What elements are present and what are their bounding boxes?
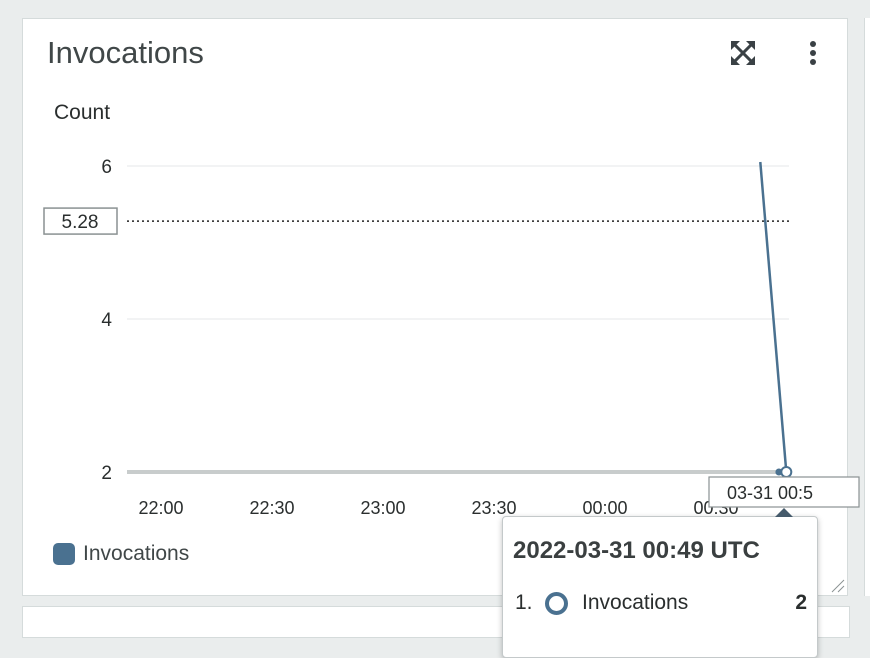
threshold-label: 5.28: [62, 212, 99, 233]
x-tick-label: 23:00: [360, 498, 405, 518]
adjacent-widget: [864, 18, 870, 596]
series-marker-icon: [545, 591, 568, 615]
y-tick-label: 6: [101, 157, 112, 178]
hover-axis-label: 03-31 00:5: [727, 483, 813, 503]
tooltip-pointer: [775, 508, 793, 517]
x-tick-label: 22:30: [249, 498, 294, 518]
legend-label: Invocations: [83, 542, 190, 565]
x-tick-label: 23:30: [471, 498, 516, 518]
tooltip-row-index: 1.: [515, 591, 533, 614]
invocations-widget: Invocations Count 6 4 2 5.28 22:00 22:30 23:00…: [22, 18, 860, 597]
invocations-line-chart[interactable]: 6425.2822:00 22:30 23:00 23:30 00:00 00:3003-…: [23, 19, 860, 597]
tooltip-timestamp: 2022-03-31 00:49 UTC: [513, 537, 760, 564]
y-tick-label: 2: [101, 463, 112, 484]
series-point-hovered: [780, 466, 793, 478]
legend-swatch: [53, 543, 75, 565]
series-spike-line: [759, 161, 788, 473]
y-tick-label: 4: [101, 310, 112, 331]
legend-item-invocations[interactable]: Invocations: [53, 542, 189, 566]
tooltip-row-name: Invocations: [582, 591, 689, 614]
tooltip-row-value: 2: [795, 591, 807, 614]
x-tick-label: 00:00: [582, 498, 627, 518]
x-tick-label: 22:00: [138, 498, 183, 518]
tooltip-row: 1. Invocations 2: [515, 591, 807, 615]
datapoint-tooltip: 2022-03-31 00:49 UTC 1. Invocations 2: [502, 508, 818, 658]
resize-handle-icon[interactable]: [829, 577, 845, 593]
